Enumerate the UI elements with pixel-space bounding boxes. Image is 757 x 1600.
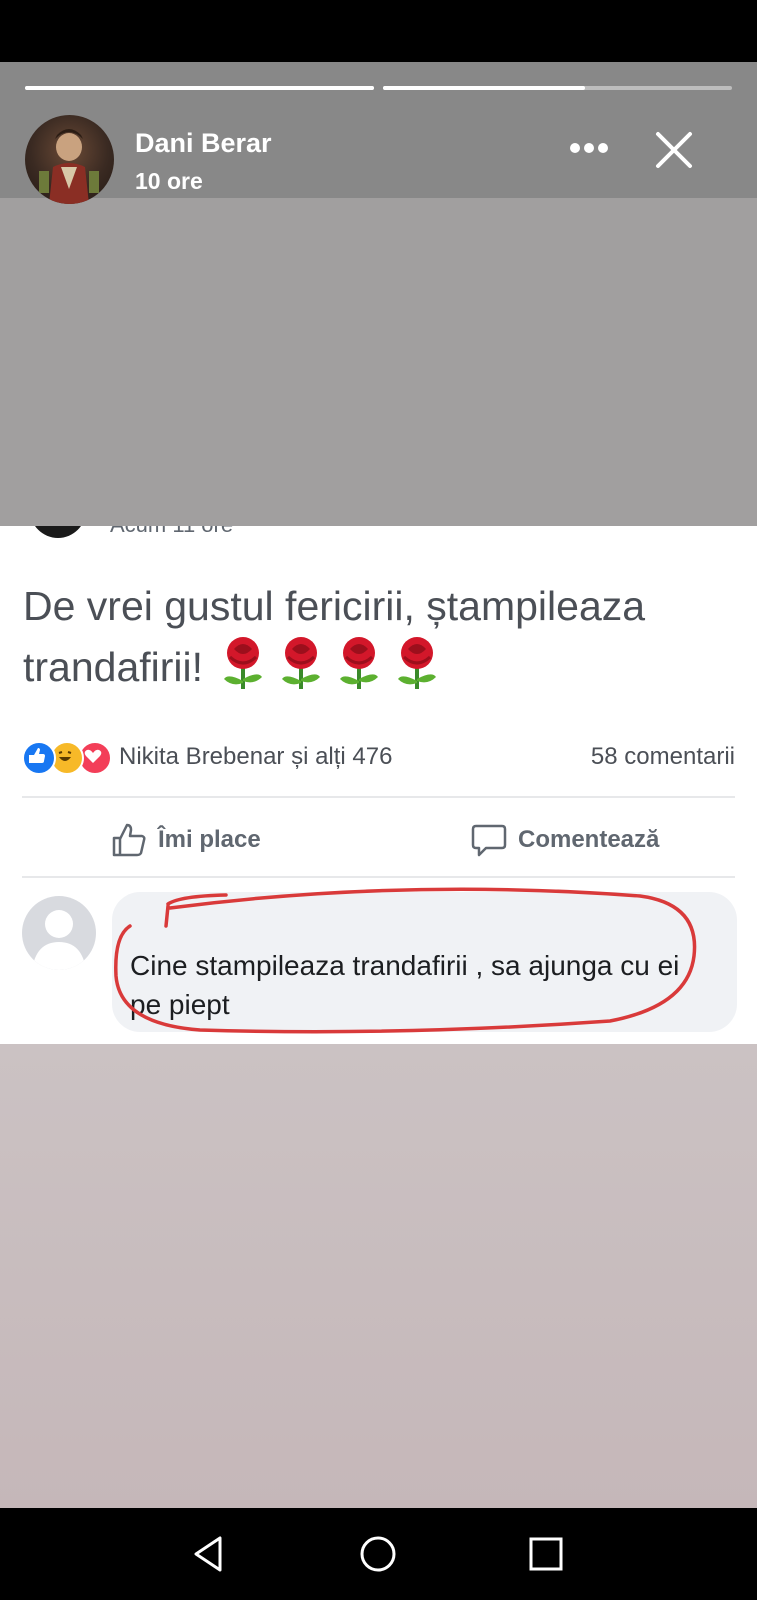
rose-emoji (282, 637, 321, 690)
divider (22, 796, 735, 798)
close-button[interactable] (650, 126, 698, 174)
recents-icon (529, 1537, 563, 1571)
more-icon (570, 143, 608, 153)
cropped-header-text: Acum 11 ore (110, 526, 233, 538)
comments-count: 58 comentarii (590, 743, 735, 770)
navigation-bar (0, 1508, 757, 1600)
comment-button: Comentează (470, 816, 659, 864)
story-progress-1 (25, 86, 374, 90)
rose-emoji (340, 637, 379, 690)
close-icon (656, 132, 692, 168)
recents-button[interactable] (522, 1530, 570, 1578)
more-options-button[interactable] (566, 130, 612, 166)
story-progress-1-fill (25, 86, 374, 90)
rose-emojis (214, 637, 446, 690)
commenter-avatar (22, 896, 96, 970)
like-button: Îmi place (110, 816, 261, 864)
home-button[interactable] (354, 1530, 402, 1578)
story-progress-2-fill (383, 86, 586, 90)
post-text: De vrei gustul fericirii, ștampileaza tr… (23, 580, 743, 695)
status-bar (0, 0, 757, 62)
default-avatar-icon (32, 910, 86, 970)
back-icon (194, 1536, 222, 1572)
divider (22, 876, 735, 878)
story-progress-2 (383, 86, 732, 90)
author-avatar[interactable] (25, 115, 114, 204)
home-icon (360, 1536, 396, 1572)
like-icon (112, 823, 146, 857)
story-header-bg (0, 62, 757, 198)
back-button[interactable] (186, 1530, 234, 1578)
cropped-post-header: Acum 11 ore (0, 526, 757, 540)
story-background-top (0, 198, 757, 526)
comment-label: Comentează (518, 826, 660, 853)
author-name[interactable]: Dani Berar (135, 128, 272, 159)
rose-emoji (224, 637, 263, 690)
cropped-avatar (30, 526, 86, 538)
shared-post-screenshot: Acum 11 ore De vrei gustul fericirii, șt… (0, 526, 757, 1044)
rose-emoji (398, 637, 437, 690)
avatar-image (39, 129, 99, 204)
like-label: Îmi place (158, 826, 261, 853)
story-background-bottom (0, 1044, 757, 1508)
reaction-icons (22, 741, 112, 775)
comment-icon (471, 824, 507, 857)
post-time: 10 ore (135, 168, 203, 194)
comment-text: Cine stampileaza trandafirii , sa ajunga… (130, 950, 680, 1021)
reactions-summary: Nikita Brebenar și alți 476 (119, 743, 393, 770)
like-reaction-icon (22, 741, 56, 775)
